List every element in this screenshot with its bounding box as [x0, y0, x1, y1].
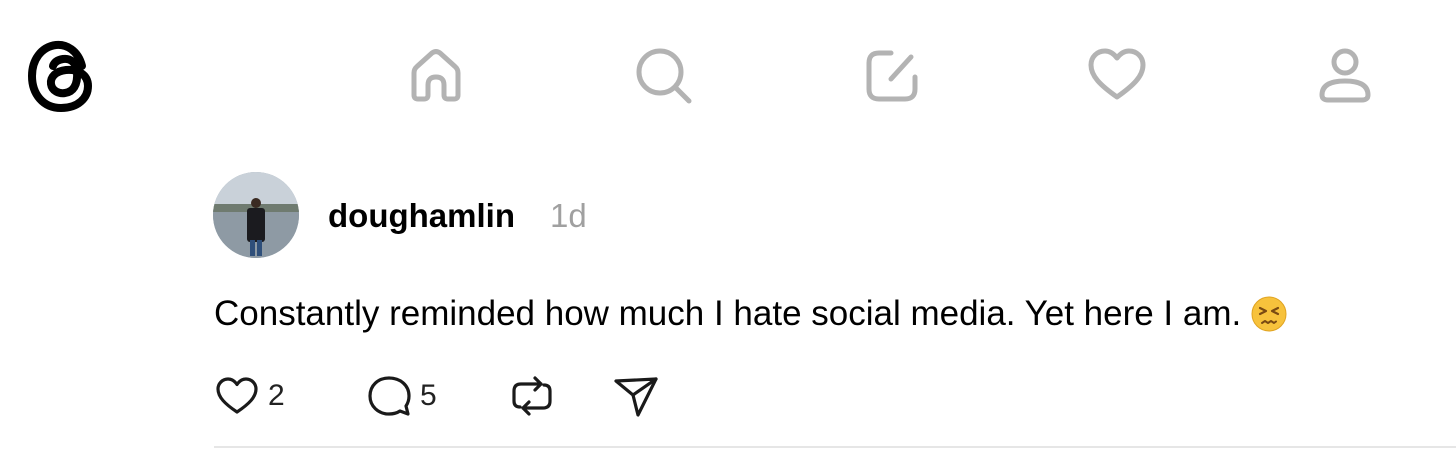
avatar[interactable]	[213, 172, 299, 258]
like-button[interactable]: 2	[214, 372, 285, 420]
like-count: 2	[268, 379, 285, 412]
post-timestamp: 1d	[550, 197, 587, 234]
share-button[interactable]	[612, 372, 660, 420]
reply-icon	[368, 376, 411, 416]
repost-button[interactable]	[508, 372, 556, 420]
heart-icon	[216, 377, 258, 414]
send-icon	[614, 377, 658, 417]
reply-count: 5	[420, 379, 437, 412]
reply-button[interactable]: 5	[366, 372, 437, 420]
post-divider	[214, 446, 1456, 448]
thread-post: doughamlin 1d Constantly reminded how mu…	[0, 0, 1456, 469]
post-body: Constantly reminded how much I hate soci…	[214, 292, 1287, 336]
post-username[interactable]: doughamlin	[328, 196, 515, 236]
post-text: Constantly reminded how much I hate soci…	[214, 294, 1242, 333]
repost-icon	[512, 376, 552, 416]
persevering-face-emoji-icon	[1251, 296, 1287, 332]
